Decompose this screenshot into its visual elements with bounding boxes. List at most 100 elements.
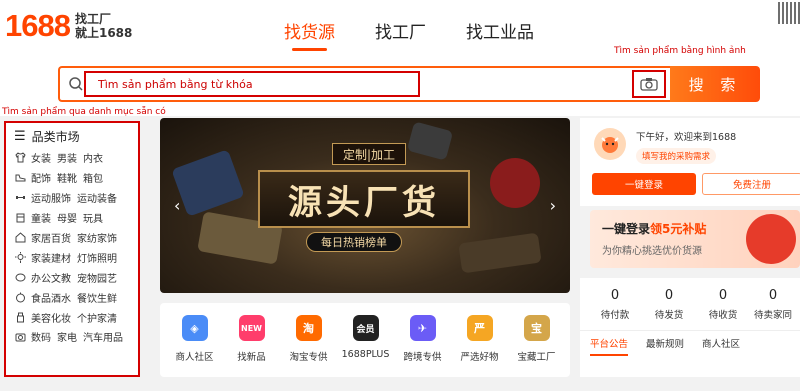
factory-icon: 宝 (523, 315, 550, 341)
camera-icon (640, 78, 658, 91)
banner-decoration (171, 149, 245, 217)
category-link[interactable]: 运动服饰 (31, 190, 71, 205)
service-item[interactable]: NEW 找新品 (223, 315, 280, 377)
office-icon (14, 271, 26, 283)
category-link[interactable]: 家居百货 (31, 230, 71, 245)
category-link[interactable]: 内衣 (83, 150, 103, 165)
select-icon: 严 (466, 315, 493, 341)
search-button[interactable]: 搜 索 (670, 66, 760, 102)
promo-highlight: 领5元补贴 (650, 222, 707, 236)
stat-label: 待付款 (600, 310, 630, 321)
banner-title: 源头厂货 (258, 170, 470, 228)
category-link[interactable]: 母婴 (57, 210, 77, 225)
tab-community[interactable]: 商人社区 (702, 336, 740, 356)
logo[interactable]: 1688 找工厂 就上1688 (5, 8, 132, 44)
home-icon (14, 232, 26, 244)
taobao-icon: 淘 (295, 315, 322, 341)
category-link[interactable]: 家装建材 (31, 250, 71, 265)
category-link[interactable]: 宠物园艺 (77, 270, 117, 285)
category-row: 美容化妆 个护家清 (14, 307, 138, 327)
category-link[interactable]: 灯饰照明 (77, 250, 117, 265)
nav-find-industrial[interactable]: 找工业品 (466, 18, 534, 51)
category-title: 品类市场 (31, 129, 80, 144)
banner-tag: 定制|加工 (332, 143, 407, 165)
category-row: 数码 家电 汽车用品 (14, 327, 138, 347)
banner-prev-arrow[interactable]: ‹ (174, 196, 180, 215)
stat-value: 0 (664, 288, 674, 303)
greeting-text: 下午好，欢迎来到1688 (636, 132, 737, 143)
category-link[interactable]: 男装 (57, 150, 77, 165)
service-label: 宝藏工厂 (517, 352, 556, 363)
banner-decoration (490, 158, 540, 208)
nav-find-goods[interactable]: 找货源 (284, 18, 335, 51)
stat-pending-payment[interactable]: 0 待付款 (588, 288, 642, 321)
category-link[interactable]: 家电 (57, 329, 77, 344)
stat-pending-seller[interactable]: 0 待卖家同 (746, 288, 800, 321)
category-link[interactable]: 玩具 (83, 210, 103, 225)
category-link[interactable]: 餐饮生鲜 (77, 290, 117, 305)
category-link[interactable]: 汽车用品 (83, 329, 123, 344)
category-link[interactable]: 鞋靴 (57, 170, 77, 185)
category-panel: ☰ 品类市场 女装 男装 内衣 配饰 鞋靴 箱包 运动服饰 运动装备 童装 母婴… (4, 121, 140, 377)
search-input[interactable] (84, 71, 420, 97)
nav-find-factory[interactable]: 找工厂 (375, 18, 426, 51)
community-icon: ◈ (181, 315, 208, 341)
stat-value: 0 (768, 288, 778, 303)
service-label: 1688PLUS (341, 349, 390, 360)
category-link[interactable]: 个护家清 (77, 310, 117, 325)
category-link[interactable]: 家纺家饰 (77, 230, 117, 245)
category-link[interactable]: 食品酒水 (31, 290, 71, 305)
category-link[interactable]: 童装 (31, 210, 51, 225)
category-link[interactable]: 数码 (31, 329, 51, 344)
promo-title: 一键登录领5元补贴 (602, 220, 706, 237)
stat-pending-ship[interactable]: 0 待发货 (642, 288, 696, 321)
digital-icon (14, 331, 26, 343)
service-row: ◈ 商人社区 NEW 找新品 淘 淘宝专供 会员 1688PLUS ✈ 跨境专供… (160, 303, 570, 377)
category-row: 办公文教 宠物园艺 (14, 267, 138, 287)
banner-next-arrow[interactable]: › (550, 196, 556, 215)
category-row: 家装建材 灯饰照明 (14, 247, 138, 267)
logo-line1: 找工厂 (74, 12, 111, 26)
category-link[interactable]: 配饰 (31, 170, 51, 185)
service-item[interactable]: 宝 宝藏工厂 (508, 315, 565, 377)
category-link[interactable]: 箱包 (83, 170, 103, 185)
banner-subtitle: 每日热销榜单 (306, 232, 402, 252)
category-link[interactable]: 办公文教 (31, 270, 71, 285)
service-item[interactable]: 淘 淘宝专供 (280, 315, 337, 377)
service-item[interactable]: 严 严选好物 (451, 315, 508, 377)
mascot-icon (601, 137, 619, 153)
qr-code-icon[interactable] (778, 2, 800, 24)
tab-platform-notice[interactable]: 平台公告 (590, 336, 629, 356)
stat-value: 0 (718, 288, 728, 303)
stat-label: 待收货 (708, 310, 738, 321)
kids-icon (14, 212, 26, 224)
promo-card[interactable]: 一键登录领5元补贴 为你精心挑选优价货源 (590, 210, 800, 268)
order-stats: 0 待付款 0 待发货 0 待收货 0 待卖家同 平台公告 最新规则 商人社区 (580, 278, 800, 377)
category-header[interactable]: ☰ 品类市场 (14, 127, 138, 145)
category-row: 家居百货 家纺家饰 (14, 228, 138, 248)
service-label: 跨境专供 (403, 352, 442, 363)
promo-banner[interactable]: ‹ › 定制|加工 源头厂货 每日热销榜单 (160, 118, 570, 293)
service-item[interactable]: ✈ 跨境专供 (394, 315, 451, 377)
notice-tabs: 平台公告 最新规则 商人社区 (590, 336, 758, 356)
category-link[interactable]: 美容化妆 (31, 310, 71, 325)
stat-pending-receive[interactable]: 0 待收货 (696, 288, 750, 321)
category-row: 童装 母婴 玩具 (14, 208, 138, 228)
service-item[interactable]: ◈ 商人社区 (166, 315, 223, 377)
category-link[interactable]: 女装 (31, 150, 51, 165)
tab-latest-rules[interactable]: 最新规则 (646, 336, 684, 356)
shoe-icon (14, 172, 26, 184)
service-item[interactable]: 会员 1688PLUS (337, 315, 394, 377)
category-link[interactable]: 运动装备 (77, 190, 117, 205)
service-label: 严选好物 (460, 352, 499, 363)
logo-number: 1688 (5, 8, 71, 43)
new-icon: NEW (238, 315, 265, 341)
purchase-need-link[interactable]: 填写我的采购需求 (636, 148, 717, 164)
light-icon (14, 251, 26, 263)
register-button[interactable]: 免费注册 (702, 173, 800, 195)
clothing-icon (14, 152, 26, 164)
category-annotation: Tìm sản phẩm qua danh mục sẵn có (2, 107, 166, 117)
category-row: 运动服饰 运动装备 (14, 188, 138, 208)
image-search-button[interactable] (632, 70, 666, 98)
login-button[interactable]: 一键登录 (592, 173, 696, 195)
